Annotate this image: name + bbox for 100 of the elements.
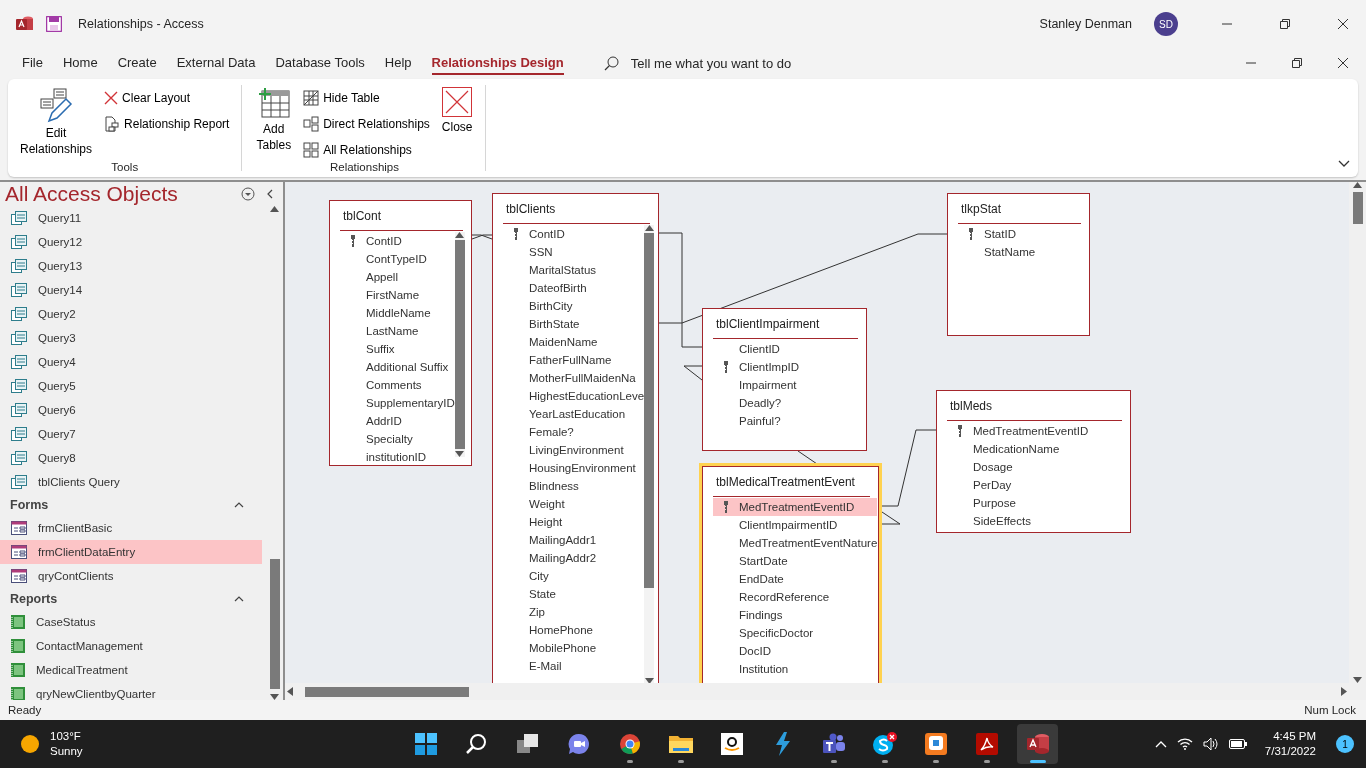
- field-item[interactable]: Painful?: [713, 412, 858, 430]
- field-item[interactable]: City: [503, 567, 645, 585]
- field-item[interactable]: PerDay: [947, 476, 1122, 494]
- field-item[interactable]: Comments: [340, 376, 455, 394]
- field-item[interactable]: Institution: [713, 660, 878, 678]
- field-item[interactable]: SupplementaryID: [340, 394, 455, 412]
- ribbon-button[interactable]: Direct Relationships: [299, 113, 434, 135]
- field-item[interactable]: Female?: [503, 423, 645, 441]
- field-item[interactable]: MiddleName: [340, 304, 455, 322]
- navigation-item[interactable]: Query7: [0, 422, 262, 446]
- field-item[interactable]: HighestEducationLeve: [503, 387, 645, 405]
- field-item[interactable]: RecordReference: [713, 588, 878, 606]
- field-item[interactable]: DocID: [713, 642, 878, 660]
- field-item[interactable]: MaidenName: [503, 333, 645, 351]
- navigation-item[interactable]: qryNewClientbyQuarter: [0, 682, 262, 700]
- field-item[interactable]: Dosage: [947, 458, 1122, 476]
- field-item[interactable]: StatName: [958, 243, 1081, 261]
- ribbon-tab[interactable]: Database Tools: [275, 51, 365, 75]
- navigation-item[interactable]: Query5: [0, 374, 262, 398]
- field-item[interactable]: Appell: [340, 268, 455, 286]
- ribbon-tab[interactable]: Relationships Design: [431, 51, 564, 75]
- navigation-item[interactable]: Query11: [0, 206, 262, 230]
- field-item[interactable]: MailingAddr1: [503, 531, 645, 549]
- field-item[interactable]: FatherFullName: [503, 351, 645, 369]
- ribbon-button[interactable]: Add Tables: [252, 85, 296, 161]
- field-item[interactable]: ContID: [503, 225, 645, 243]
- ribbon-tab[interactable]: Home: [62, 51, 98, 75]
- field-item[interactable]: SSN: [503, 243, 645, 261]
- field-item[interactable]: ClientID: [713, 340, 858, 358]
- field-item[interactable]: BirthState: [503, 315, 645, 333]
- field-item[interactable]: HousingEnvironment: [503, 459, 645, 477]
- field-item[interactable]: MedTreatmentEventNature: [713, 534, 878, 552]
- table-window[interactable]: tblMedicalTreatmentEvent MedTreatmentEventID ClientImpairmentID MedTreatmentEventNature StartDate EndDate RecordReference Findings SpecificDoctor DocID Institution: [702, 466, 879, 683]
- navigation-item[interactable]: CaseStatus: [0, 610, 262, 634]
- ribbon-button[interactable]: Clear Layout: [100, 87, 234, 109]
- field-item[interactable]: StatID: [958, 225, 1081, 243]
- table-window[interactable]: tlkpStat StatID StatName: [947, 193, 1090, 336]
- tell-me-search[interactable]: Tell me what you want to do: [597, 54, 1228, 72]
- field-item[interactable]: EndDate: [713, 570, 878, 588]
- ribbon-tab[interactable]: File: [22, 51, 43, 75]
- field-item[interactable]: Blindness: [503, 477, 645, 495]
- field-item[interactable]: Zip: [503, 603, 645, 621]
- navigation-item[interactable]: Query3: [0, 326, 262, 350]
- table-window[interactable]: tblClientImpairment ClientID ClientImpID Impairment Deadly? Painful?: [702, 308, 867, 451]
- field-item[interactable]: BirthCity: [503, 297, 645, 315]
- field-item[interactable]: Impairment: [713, 376, 858, 394]
- field-item[interactable]: MedTreatmentEventID: [947, 422, 1122, 440]
- field-item[interactable]: Findings: [713, 606, 878, 624]
- field-item[interactable]: FirstName: [340, 286, 455, 304]
- field-item[interactable]: institutionID: [340, 448, 455, 466]
- navigation-item[interactable]: Query13: [0, 254, 262, 278]
- field-item[interactable]: Specialty: [340, 430, 455, 448]
- navigation-item[interactable]: qryContClients: [0, 564, 262, 588]
- ribbon-tab[interactable]: Help: [384, 51, 412, 75]
- field-item[interactable]: YearLastEducation: [503, 405, 645, 423]
- field-item[interactable]: StartDate: [713, 552, 878, 570]
- field-item[interactable]: Suffix: [340, 340, 455, 358]
- user-avatar[interactable]: SD: [1154, 12, 1178, 36]
- field-item[interactable]: ClientImpID: [713, 358, 858, 376]
- navigation-item[interactable]: Query4: [0, 350, 262, 374]
- navigation-item[interactable]: Query6: [0, 398, 262, 422]
- field-item[interactable]: MedTreatmentEventID: [713, 498, 878, 516]
- field-item[interactable]: LastName: [340, 322, 455, 340]
- field-item[interactable]: ClientImpairmentID: [713, 516, 878, 534]
- field-item[interactable]: Deadly?: [713, 394, 858, 412]
- field-item[interactable]: MailingAddr2: [503, 549, 645, 567]
- field-item[interactable]: State: [503, 585, 645, 603]
- field-item[interactable]: MotherFullMaidenNa: [503, 369, 645, 387]
- navigation-item[interactable]: Query12: [0, 230, 262, 254]
- field-item[interactable]: SideEffects: [947, 512, 1122, 530]
- navigation-item[interactable]: frmClientBasic: [0, 516, 262, 540]
- navigation-item[interactable]: Query2: [0, 302, 262, 326]
- navigation-item[interactable]: ContactManagement: [0, 634, 262, 658]
- navigation-item[interactable]: frmClientDataEntry: [0, 540, 262, 564]
- field-item[interactable]: MobilePhone: [503, 639, 645, 657]
- field-item[interactable]: Additional Suffix: [340, 358, 455, 376]
- ribbon-tab[interactable]: Create: [117, 51, 157, 75]
- field-item[interactable]: MaritalStatus: [503, 261, 645, 279]
- ribbon-tab[interactable]: External Data: [176, 51, 256, 75]
- field-item[interactable]: AddrID: [340, 412, 455, 430]
- navigation-item[interactable]: tblClients Query: [0, 470, 262, 494]
- field-item[interactable]: MedicationName: [947, 440, 1122, 458]
- field-item[interactable]: Height: [503, 513, 645, 531]
- field-item[interactable]: HomePhone: [503, 621, 645, 639]
- field-item[interactable]: LivingEnvironment: [503, 441, 645, 459]
- ribbon-button[interactable]: All Relationships: [299, 139, 434, 161]
- field-item[interactable]: SpecificDoctor: [713, 624, 878, 642]
- ribbon-button[interactable]: Hide Table: [299, 87, 434, 109]
- field-item[interactable]: ContID: [340, 232, 455, 250]
- field-item[interactable]: DateofBirth: [503, 279, 645, 297]
- ribbon-button[interactable]: Relationship Report: [100, 113, 234, 135]
- ribbon-button[interactable]: Edit Relationships: [16, 85, 97, 161]
- field-item[interactable]: E-Mail: [503, 657, 645, 675]
- notification-badge[interactable]: 1: [1336, 735, 1354, 753]
- field-item[interactable]: Purpose: [947, 494, 1122, 512]
- table-window[interactable]: tblCont ContID ContTypeID Appell FirstName MiddleName LastName Suffix Additional Suffix Comments SupplementaryID AddrID Specialty institutionID: [329, 200, 472, 466]
- ribbon-button[interactable]: Close: [437, 85, 477, 161]
- field-item[interactable]: ContTypeID: [340, 250, 455, 268]
- table-window[interactable]: tblMeds MedTreatmentEventID MedicationName Dosage PerDay Purpose SideEffects: [936, 390, 1131, 533]
- navigation-item[interactable]: Query14: [0, 278, 262, 302]
